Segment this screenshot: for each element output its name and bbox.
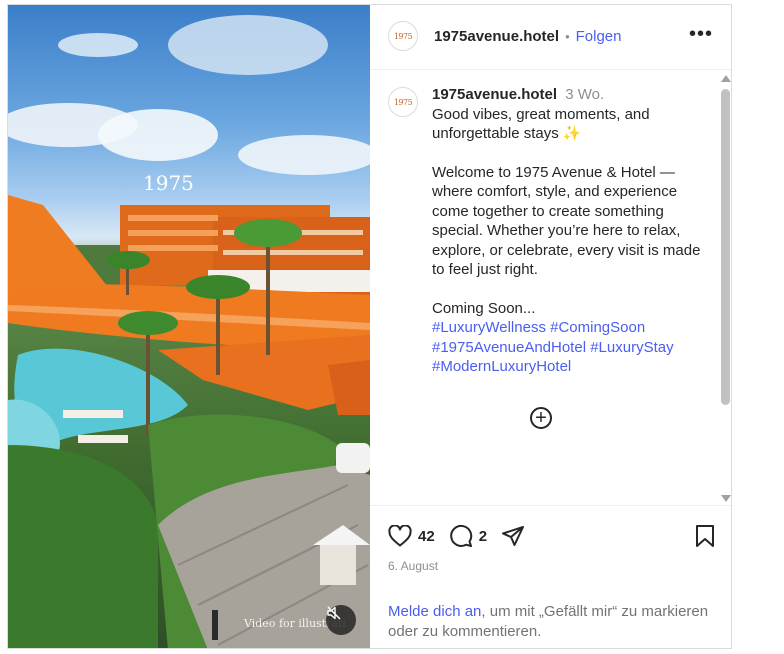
hashtag-list: #LuxuryWellness #ComingSoon #1975AvenueA…: [432, 318, 707, 377]
hashtag-link[interactable]: #ComingSoon: [550, 319, 645, 336]
load-more-comments-icon[interactable]: +: [530, 407, 552, 429]
plus-glyph: +: [535, 407, 547, 429]
caption-scroll-area[interactable]: 1975 1975avenue.hotel 3 Wo. Good vibes, …: [370, 71, 720, 505]
post-side-panel: 1975 1975avenue.hotel • Folgen ••• 1975 …: [370, 5, 731, 648]
caption-line-2: Welcome to 1975 Avenue & Hotel — where c…: [432, 163, 701, 279]
follow-button[interactable]: Folgen: [576, 28, 622, 45]
caption-line-1: Good vibes, great moments, and unforgett…: [432, 105, 650, 143]
avatar-logo-text: 1975: [393, 31, 413, 41]
send-paper-plane-icon: [502, 526, 525, 546]
action-row: 42 2: [388, 522, 525, 550]
caption-scrollbar[interactable]: [719, 71, 731, 505]
caption-avatar[interactable]: 1975: [388, 87, 418, 117]
like-count[interactable]: 42: [418, 528, 435, 545]
scrollbar-thumb[interactable]: [721, 89, 730, 405]
more-options-icon[interactable]: •••: [689, 24, 713, 44]
save-button[interactable]: [695, 524, 715, 553]
caption-avatar-logo-text: 1975: [393, 97, 413, 107]
header-user-row: 1975avenue.hotel • Folgen: [434, 28, 622, 45]
header-separator: •: [565, 29, 570, 44]
hotel-illustration: [8, 15, 370, 648]
post-date[interactable]: 6. August: [388, 559, 438, 573]
hashtag-link[interactable]: #LuxuryWellness: [432, 319, 546, 336]
post-actions: 42 2 6. August Melde dich an, um mit „Ge…: [370, 505, 731, 648]
hashtag-link[interactable]: #ModernLuxuryHotel: [432, 358, 571, 375]
caption-line-3: Coming Soon...: [432, 299, 536, 317]
comment-button[interactable]: [449, 524, 473, 548]
post-header: 1975 1975avenue.hotel • Folgen •••: [370, 5, 731, 70]
like-button[interactable]: [388, 525, 412, 547]
caption-username[interactable]: 1975avenue.hotel: [432, 86, 557, 103]
header-username[interactable]: 1975avenue.hotel: [434, 28, 559, 45]
scroll-down-arrow-icon[interactable]: [721, 495, 731, 502]
heart-icon: [388, 525, 412, 547]
caption-time[interactable]: 3 Wo.: [565, 86, 604, 103]
instagram-post: 1975 Video for illustrati 1975 1975avenu…: [7, 4, 732, 649]
hashtag-link[interactable]: #LuxuryStay: [590, 339, 673, 356]
bookmark-icon: [696, 525, 714, 547]
hotel-sign: 1975: [143, 171, 194, 195]
hashtag-link[interactable]: #1975AvenueAndHotel: [432, 339, 586, 356]
caption-text: 1975avenue.hotel 3 Wo. Good vibes, great…: [432, 85, 707, 377]
post-media-video[interactable]: 1975 Video for illustrati: [8, 5, 370, 648]
login-link[interactable]: Melde dich an: [388, 603, 481, 620]
login-prompt: Melde dich an, um mit „Gefällt mir“ zu m…: [388, 602, 718, 642]
comment-bubble-icon: [449, 524, 472, 547]
mute-button[interactable]: [326, 605, 356, 635]
scroll-up-arrow-icon[interactable]: [721, 75, 731, 82]
share-button[interactable]: [501, 524, 525, 548]
speaker-muted-icon: [327, 606, 341, 620]
avatar[interactable]: 1975: [388, 21, 418, 51]
comment-count[interactable]: 2: [479, 528, 487, 545]
